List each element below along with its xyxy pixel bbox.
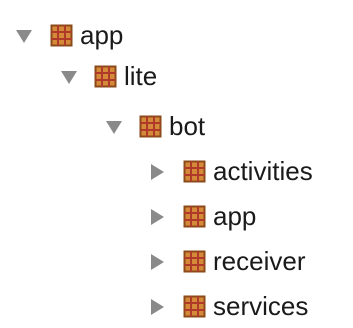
expand-arrow-down-icon[interactable] <box>104 117 124 137</box>
tree-node-label: app <box>213 201 257 231</box>
package-icon <box>183 295 206 318</box>
expand-arrow-down-icon[interactable] <box>59 67 79 87</box>
tree-node-label: bot <box>169 111 206 141</box>
tree-node-label: receiver <box>213 246 306 276</box>
expand-arrow-right-icon[interactable] <box>147 252 167 272</box>
expand-arrow-right-icon[interactable] <box>147 162 167 182</box>
package-icon <box>50 24 73 47</box>
package-icon <box>183 205 206 228</box>
package-icon <box>139 115 162 138</box>
tree-node-app-inner[interactable]: app <box>0 198 353 238</box>
tree-node-lite[interactable]: lite <box>0 58 353 98</box>
tree-node-activities[interactable]: activities <box>0 153 353 193</box>
tree-node-label: lite <box>124 61 158 91</box>
tree-node-bot[interactable]: bot <box>0 108 353 148</box>
expand-arrow-right-icon[interactable] <box>147 297 167 317</box>
package-icon <box>183 160 206 183</box>
package-icon <box>183 250 206 273</box>
tree-node-receiver[interactable]: receiver <box>0 243 353 283</box>
tree-node-label: activities <box>213 156 313 186</box>
package-icon <box>94 65 117 88</box>
expand-arrow-down-icon[interactable] <box>14 26 34 46</box>
tree-node-label: app <box>80 20 124 50</box>
tree-node-label: services <box>213 291 309 321</box>
expand-arrow-right-icon[interactable] <box>147 207 167 227</box>
tree-node-services[interactable]: services <box>0 288 353 328</box>
tree-node-app[interactable]: app <box>0 17 353 57</box>
